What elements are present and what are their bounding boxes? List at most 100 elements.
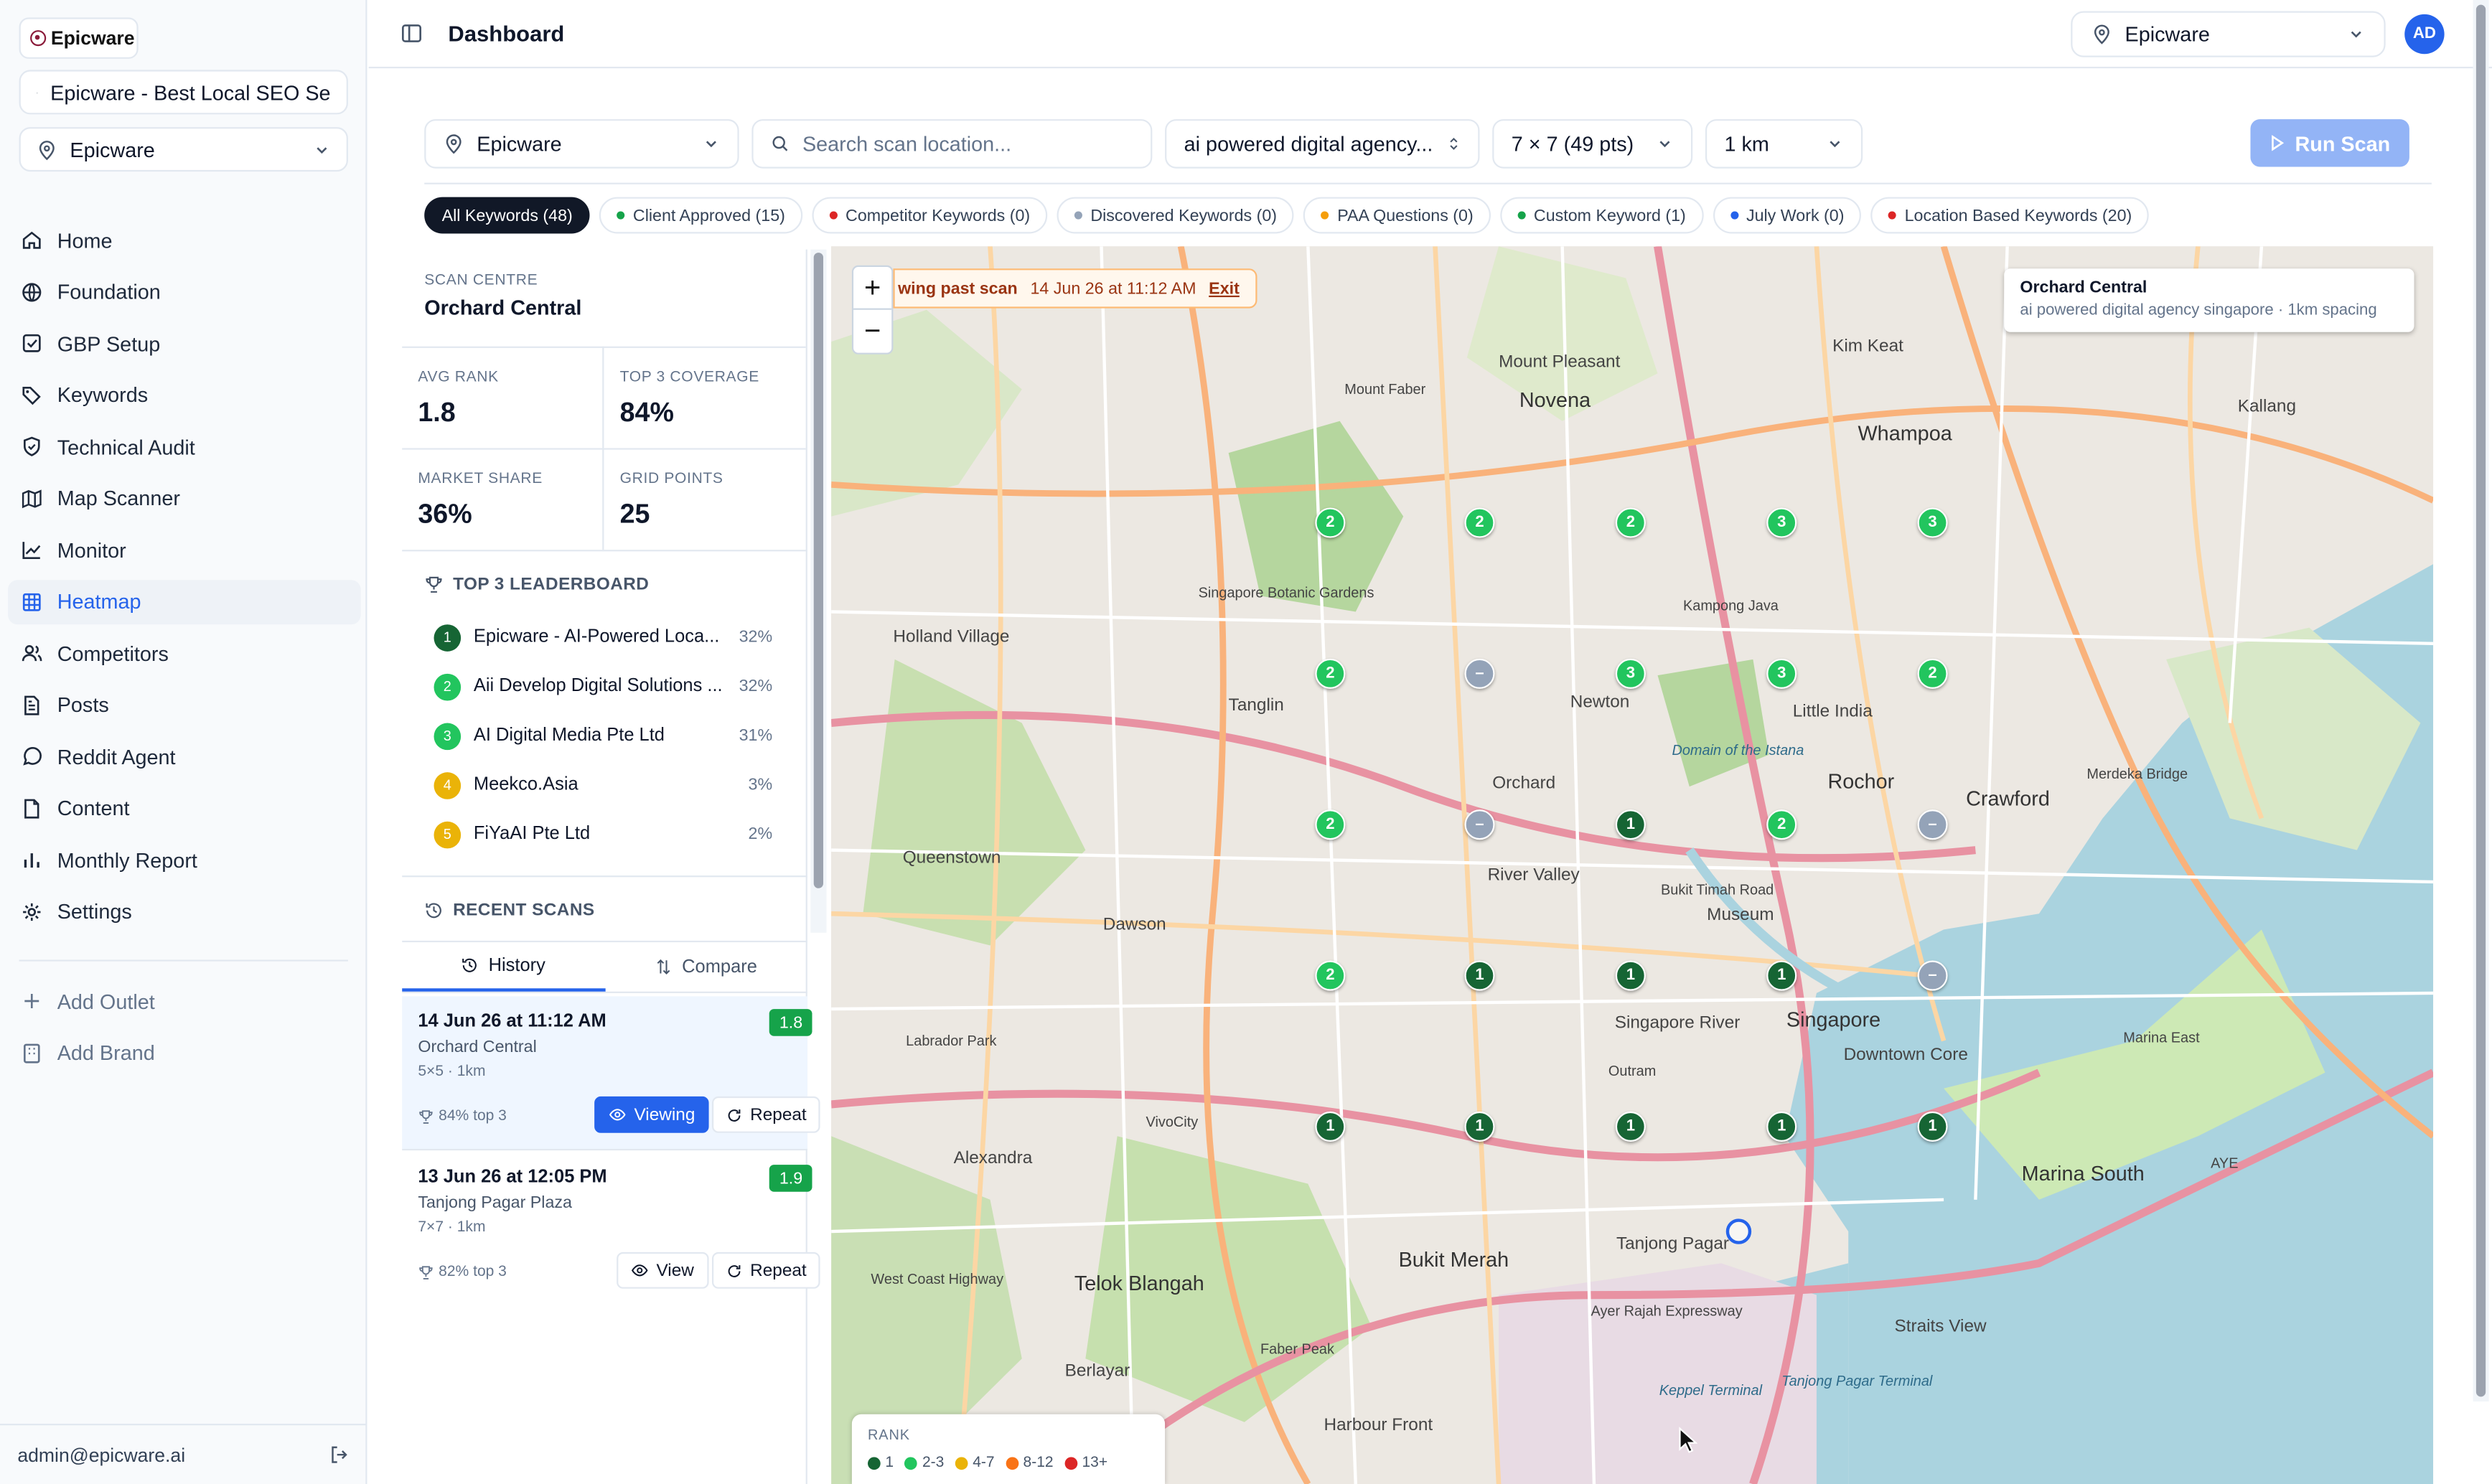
- location-select[interactable]: Epicware: [424, 119, 739, 169]
- rank-pin[interactable]: 2: [1315, 507, 1346, 538]
- rank-pin[interactable]: 3: [1766, 658, 1797, 689]
- rank-pin[interactable]: 1: [1315, 1111, 1346, 1142]
- sidebar-item-posts[interactable]: Posts: [8, 682, 361, 727]
- keyword-chip[interactable]: Custom Keyword (1): [1500, 197, 1704, 234]
- outlet-select-label: Epicware: [70, 137, 155, 161]
- sidebar-item-gbp-setup[interactable]: GBP Setup: [8, 321, 361, 365]
- rank-pin[interactable]: 2: [1766, 809, 1797, 840]
- sidebar-item-monitor[interactable]: Monitor: [8, 527, 361, 572]
- map-place-label: Marina South: [2021, 1161, 2145, 1185]
- rank-pin[interactable]: 1: [1917, 1111, 1948, 1142]
- sidebar-toggle-icon[interactable]: [400, 22, 423, 44]
- eye-icon: [631, 1264, 648, 1277]
- view-button[interactable]: View: [617, 1251, 708, 1289]
- repeat-button[interactable]: Repeat: [712, 1096, 821, 1133]
- repeat-button[interactable]: Repeat: [712, 1251, 821, 1289]
- brand-select[interactable]: Epicware - Best Local SEO Se: [19, 70, 348, 115]
- keyword-chip[interactable]: July Work (0): [1713, 197, 1862, 234]
- sidebar-item-map-scanner[interactable]: Map Scanner: [8, 476, 361, 520]
- keyword-chip[interactable]: PAA Questions (0): [1303, 197, 1491, 234]
- sidebar-item-content[interactable]: Content: [8, 786, 361, 830]
- run-scan-button[interactable]: Run Scan: [2250, 119, 2409, 167]
- keyword-chip[interactable]: Competitor Keywords (0): [812, 197, 1048, 234]
- rank-pin[interactable]: 1: [1615, 960, 1646, 991]
- leaderboard-row: 2 Aii Develop Digital Solutions ... 32%: [434, 670, 772, 702]
- refresh-icon: [728, 1264, 741, 1277]
- rank-pin[interactable]: –: [1464, 809, 1495, 840]
- sidebar-item-reddit-agent[interactable]: Reddit Agent: [8, 734, 361, 779]
- tab-compare[interactable]: Compare: [605, 942, 807, 992]
- sidebar-item-settings[interactable]: Settings: [8, 889, 361, 934]
- legend-swatch: [1006, 1456, 1018, 1470]
- chip-label: All Keywords (48): [441, 205, 573, 225]
- legend-label: 8-12: [1023, 1454, 1054, 1472]
- rank-pin[interactable]: 1: [1464, 1111, 1495, 1142]
- logo[interactable]: Epicware: [19, 17, 139, 59]
- scan-top3-text: 82% top 3: [439, 1263, 507, 1281]
- rank-pin[interactable]: 1: [1766, 960, 1797, 991]
- chip-dot: [1888, 211, 1897, 220]
- rank-pin[interactable]: 2: [1315, 658, 1346, 689]
- outlet-select[interactable]: Epicware: [19, 127, 348, 172]
- banner-date: 14 Jun 26 at 11:12 AM: [1030, 278, 1196, 299]
- map-pin-icon: [2094, 24, 2109, 44]
- keyword-chip[interactable]: All Keywords (48): [424, 197, 591, 234]
- page-scrollbar[interactable]: [2473, 0, 2489, 1402]
- zoom-out-button[interactable]: −: [853, 310, 891, 353]
- viewing-button[interactable]: Viewing: [594, 1096, 710, 1133]
- scan-centre-marker[interactable]: [1725, 1218, 1752, 1244]
- keyword-select[interactable]: ai powered digital agency...: [1165, 119, 1480, 169]
- scan-item[interactable]: 13 Jun 26 at 12:05 PM Tanjong Pagar Plaz…: [402, 1152, 821, 1305]
- rank-pin[interactable]: 3: [1917, 507, 1948, 538]
- add-outlet-button[interactable]: Add Outlet: [8, 979, 361, 1023]
- sidebar-item-home[interactable]: Home: [8, 217, 361, 262]
- sidebar-item-foundation[interactable]: Foundation: [8, 269, 361, 314]
- map-place-label: VivoCity: [1146, 1114, 1199, 1130]
- chip-dot: [829, 211, 838, 220]
- zoom-in-button[interactable]: +: [853, 267, 892, 310]
- chevron-down-icon: [1659, 141, 1670, 148]
- panel-scrollbar[interactable]: [810, 249, 827, 933]
- rank-pin[interactable]: 2: [1315, 809, 1346, 840]
- scan-location-search[interactable]: [751, 119, 1153, 169]
- logout-icon[interactable]: [329, 1445, 350, 1465]
- tab-history[interactable]: History: [402, 942, 605, 992]
- keyword-chip[interactable]: Location Based Keywords (20): [1871, 197, 2150, 234]
- sidebar-item-heatmap[interactable]: Heatmap: [8, 579, 361, 624]
- rank-pin[interactable]: 1: [1615, 809, 1646, 840]
- add-brand-button[interactable]: Add Brand: [8, 1030, 361, 1075]
- header-brand-select[interactable]: Epicware: [2071, 11, 2386, 57]
- rank-pin[interactable]: 2: [1315, 960, 1346, 991]
- rank-pin[interactable]: –: [1917, 960, 1948, 991]
- header-brand-label: Epicware: [2125, 22, 2210, 47]
- rank-pin[interactable]: 2: [1464, 507, 1495, 538]
- keyword-chip[interactable]: Discovered Keywords (0): [1057, 197, 1295, 234]
- radius-select[interactable]: 1 km: [1705, 119, 1863, 169]
- sidebar-item-competitors[interactable]: Competitors: [8, 631, 361, 675]
- keyword-chip[interactable]: Client Approved (15): [599, 197, 803, 234]
- rank-pin[interactable]: 2: [1615, 507, 1646, 538]
- sidebar-item-technical-audit[interactable]: Technical Audit: [8, 424, 361, 469]
- scan-location-input[interactable]: [802, 131, 1133, 156]
- scan-rank-badge: 1.9: [769, 1165, 812, 1192]
- scan-date: 13 Jun 26 at 12:05 PM: [418, 1168, 607, 1188]
- avatar[interactable]: AD: [2404, 14, 2445, 55]
- rank-pin[interactable]: 1: [1766, 1111, 1797, 1142]
- heatmap-map[interactable]: [831, 246, 2434, 1484]
- grid-size-select[interactable]: 7 × 7 (49 pts): [1492, 119, 1693, 169]
- rank-pin[interactable]: –: [1917, 809, 1948, 840]
- rank-pin[interactable]: 2: [1917, 658, 1948, 689]
- rank-pin[interactable]: 1: [1615, 1111, 1646, 1142]
- rank-pin[interactable]: 3: [1766, 507, 1797, 538]
- exit-past-scan-link[interactable]: Exit: [1209, 279, 1240, 299]
- sidebar-item-monthly-report[interactable]: Monthly Report: [8, 837, 361, 882]
- sidebar-item-keywords[interactable]: Keywords: [8, 372, 361, 417]
- map-place-label: Tanglin: [1228, 695, 1284, 715]
- stat-label: AVG RANK: [418, 368, 499, 387]
- rank-pin[interactable]: –: [1464, 658, 1495, 689]
- scan-item[interactable]: 14 Jun 26 at 11:12 AM Orchard Central 5×…: [402, 996, 821, 1149]
- scan-location: Tanjong Pagar Plaza: [418, 1193, 572, 1213]
- map-place-label: AYE: [2211, 1155, 2239, 1171]
- rank-pin[interactable]: 3: [1615, 658, 1646, 689]
- rank-pin[interactable]: 1: [1464, 960, 1495, 991]
